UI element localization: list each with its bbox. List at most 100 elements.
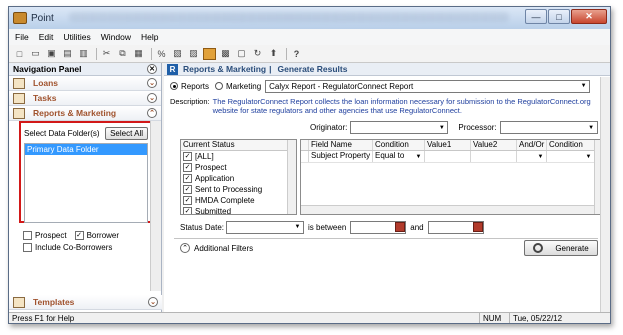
documents-icon[interactable]	[203, 47, 216, 60]
status-checkbox[interactable]: ✓	[183, 163, 192, 172]
blurred-title-region	[69, 12, 509, 22]
originator-select[interactable]: ▼	[350, 121, 449, 134]
main-scrollbar[interactable]	[600, 77, 610, 314]
status-checkbox[interactable]: ✓	[183, 174, 192, 183]
status-date-select[interactable]: ▼	[226, 220, 305, 234]
nav-scrollbar[interactable]	[150, 121, 161, 291]
filter-grid-hscrollbar[interactable]	[301, 205, 596, 214]
report-select[interactable]: Calyx Report - RegulatorConnect Report ▼	[265, 79, 591, 93]
list-item[interactable]: ✓ [ALL]	[181, 151, 296, 162]
print-icon[interactable]: ▤	[61, 48, 74, 60]
status-label: Sent to Processing	[195, 185, 263, 194]
list-item[interactable]: ✓ Submitted	[181, 206, 296, 214]
toolbar-separator	[286, 47, 287, 60]
condition2-cell[interactable]: ▼	[547, 151, 595, 162]
folder-list[interactable]: Primary Data Folder	[24, 143, 148, 223]
chevron-down-icon[interactable]: ▼	[535, 151, 546, 162]
value1-cell[interactable]	[425, 151, 471, 162]
select-all-button[interactable]: Select All	[105, 127, 148, 140]
forms-icon[interactable]: ▨	[187, 48, 200, 60]
calculator-icon[interactable]: ▧	[171, 48, 184, 60]
close-panel-icon[interactable]: ✕	[147, 64, 157, 74]
column-header[interactable]: Condition	[547, 140, 595, 150]
print-preview-icon[interactable]: ▥	[77, 48, 90, 60]
title-bar[interactable]: Point — □ ✕	[9, 7, 610, 29]
status-label: Application	[195, 174, 235, 183]
copy-icon[interactable]: ⧉	[116, 48, 129, 60]
minimize-button[interactable]: —	[525, 9, 547, 24]
nav-section-tasks[interactable]: Tasks ⌄	[9, 91, 161, 106]
nav-footer: Templates ⌄	[9, 295, 162, 310]
list-item[interactable]: ✓ Prospect	[181, 162, 296, 173]
include-coborrowers-checkbox[interactable]	[23, 242, 32, 252]
menu-utilities[interactable]: Utilities	[63, 32, 90, 42]
column-header[interactable]: And/Or	[517, 140, 547, 150]
field-name-cell[interactable]: Subject Property Sta	[309, 151, 373, 162]
help-icon[interactable]: ?	[290, 48, 303, 60]
main-header-title: Reports & Marketing	[183, 64, 267, 74]
filter-grid-header: Field Name Condition Value1 Value2 And/O…	[301, 140, 603, 151]
status-bar: Press F1 for Help NUM Tue, 05/22/12	[9, 312, 610, 323]
save-icon[interactable]: ▣	[45, 48, 58, 60]
open-icon[interactable]: ▭	[29, 48, 42, 60]
column-header[interactable]: Value1	[425, 140, 471, 150]
maximize-button[interactable]: □	[548, 9, 570, 24]
refresh-icon[interactable]: ↻	[251, 48, 264, 60]
prospect-checkbox[interactable]	[23, 230, 32, 240]
status-date-row: Status Date: ▼ is between and	[180, 220, 484, 234]
menu-file[interactable]: File	[15, 32, 29, 42]
condition-cell[interactable]: Equal to ▼	[373, 151, 425, 162]
status-scrollbar[interactable]	[287, 140, 296, 214]
additional-filters-toggle[interactable]: ⌃ Additional Filters	[180, 243, 253, 253]
list-item[interactable]: Primary Data Folder	[25, 144, 147, 155]
menu-edit[interactable]: Edit	[39, 32, 54, 42]
chevron-down-icon[interactable]: ▼	[583, 151, 594, 162]
list-item[interactable]: ✓ HMDA Complete	[181, 195, 296, 206]
marketing-radio[interactable]	[215, 82, 224, 90]
column-header[interactable]: Condition	[373, 140, 425, 150]
status-checkbox[interactable]: ✓	[183, 185, 192, 194]
status-checkbox[interactable]: ✓	[183, 152, 192, 161]
reports-radio[interactable]	[170, 82, 178, 90]
close-button[interactable]: ✕	[571, 9, 607, 24]
chevron-down-icon[interactable]: ⌄	[147, 93, 157, 103]
calendar-icon[interactable]	[395, 222, 406, 232]
current-status-list[interactable]: Current Status ✓ [ALL] ✓ Prospect ✓ Applica…	[180, 139, 297, 215]
app-window: Point — □ ✕ File Edit Utilities Window H…	[8, 6, 611, 324]
chevron-down-icon[interactable]: ▼	[413, 151, 424, 162]
value2-cell[interactable]	[471, 151, 517, 162]
clipboard-icon[interactable]: ▢	[235, 48, 248, 60]
gear-icon	[533, 243, 544, 253]
end-date-input[interactable]	[427, 220, 484, 234]
chevron-down-icon[interactable]: ⌄	[147, 78, 157, 88]
list-item[interactable]: ✓ Sent to Processing	[181, 184, 296, 195]
processor-select[interactable]: ▼	[499, 121, 598, 134]
status-checkbox[interactable]: ✓	[183, 207, 192, 214]
status-checkbox[interactable]: ✓	[183, 196, 192, 205]
percent-icon[interactable]: %	[155, 48, 168, 60]
menu-window[interactable]: Window	[101, 32, 131, 42]
paste-icon[interactable]: ▦	[132, 48, 145, 60]
chevron-up-icon[interactable]: ⌃	[180, 243, 190, 253]
app-icon	[13, 12, 27, 24]
list-item[interactable]: ✓ Application	[181, 173, 296, 184]
calendar-icon[interactable]	[472, 222, 483, 232]
chevron-up-icon[interactable]: ⌃	[147, 108, 157, 118]
cut-icon[interactable]: ✂	[100, 48, 113, 60]
new-icon[interactable]: □	[13, 48, 26, 60]
andor-cell[interactable]: ▼	[517, 151, 547, 162]
nav-section-reports-marketing[interactable]: Reports & Marketing ⌃	[9, 106, 161, 121]
nav-section-templates[interactable]: Templates ⌄	[9, 295, 162, 310]
table-row[interactable]: Subject Property Sta Equal to▼ ▼ ▼	[301, 151, 603, 163]
generate-results-link[interactable]: Generate Results	[278, 64, 348, 74]
start-date-input[interactable]	[350, 220, 407, 234]
chevron-down-icon[interactable]: ⌄	[148, 297, 158, 307]
column-header[interactable]: Field Name	[309, 140, 373, 150]
borrower-checkbox[interactable]: ✓	[74, 230, 84, 240]
print-forms-icon[interactable]: ▩	[219, 48, 232, 60]
column-header[interactable]: Value2	[471, 140, 517, 150]
up-icon[interactable]: ⬆	[267, 48, 280, 60]
nav-section-loans[interactable]: Loans ⌄	[9, 76, 161, 91]
menu-help[interactable]: Help	[141, 32, 158, 42]
generate-button[interactable]: Generate	[524, 240, 598, 256]
